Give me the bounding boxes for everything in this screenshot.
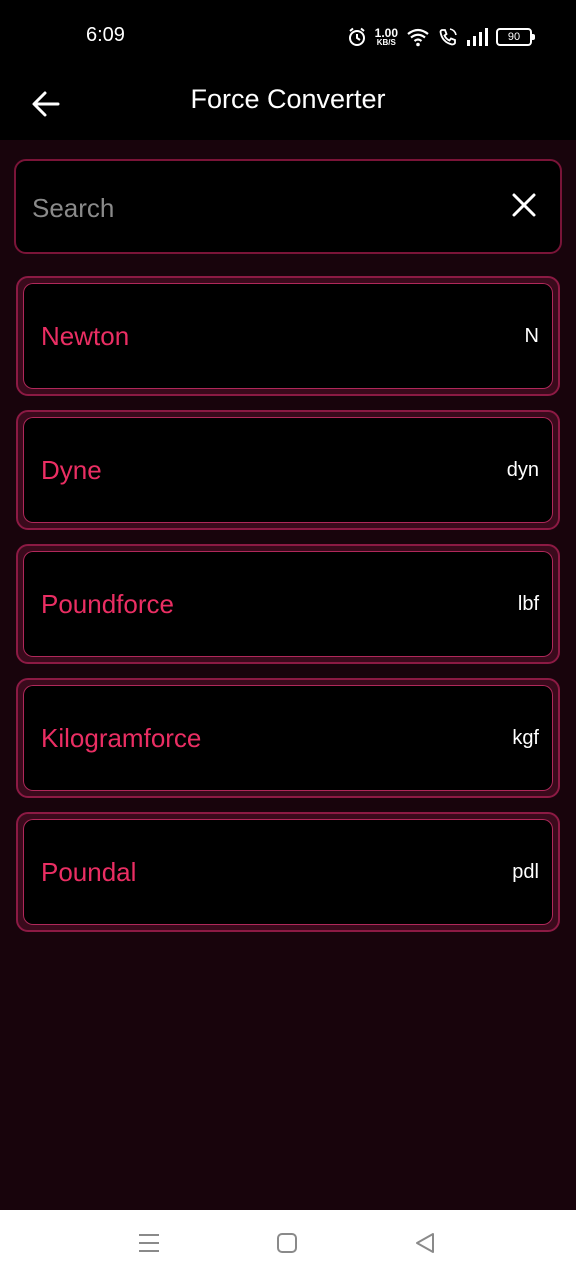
search-box [14,159,562,254]
status-time: 6:09 [86,24,125,46]
status-bar: 6:09 1.00 KB/S 90 [0,0,576,72]
home-square-icon [276,1232,298,1258]
call-icon [438,27,458,47]
clear-search-button[interactable] [506,189,542,225]
system-nav-bar [0,1210,576,1280]
back-triangle-icon [414,1232,436,1258]
recent-apps-button[interactable] [134,1230,164,1260]
unit-name: Dyne [41,454,102,485]
status-icons: 1.00 KB/S 90 [347,25,535,49]
unit-item-newton[interactable]: Newton N [16,276,560,396]
unit-item-poundal[interactable]: Poundal pdl [16,812,560,932]
signal-icon [466,28,488,46]
menu-icon [137,1232,161,1258]
unit-symbol: N [524,324,539,347]
unit-name: Poundforce [41,588,174,619]
unit-item-inner: Kilogramforce kgf [23,685,553,791]
net-speed-unit: KB/S [376,38,396,47]
unit-list: Newton N Dyne dyn Poundforce lbf Kilogra… [16,276,560,946]
net-speed: 1.00 KB/S [375,27,398,47]
unit-symbol: kgf [512,726,539,749]
unit-item-kilogramforce[interactable]: Kilogramforce kgf [16,678,560,798]
unit-item-poundforce[interactable]: Poundforce lbf [16,544,560,664]
unit-item-inner: Poundforce lbf [23,551,553,657]
battery-icon: 90 [496,28,535,46]
unit-item-inner: Poundal pdl [23,819,553,925]
wifi-icon [406,27,430,47]
alarm-icon [347,27,367,47]
unit-symbol: dyn [506,458,539,481]
app-bar: Force Converter [0,72,576,140]
unit-item-inner: Newton N [23,283,553,389]
home-button[interactable] [272,1230,302,1260]
unit-name: Poundal [41,856,137,887]
unit-symbol: lbf [517,592,539,615]
unit-item-dyne[interactable]: Dyne dyn [16,410,560,530]
unit-item-inner: Dyne dyn [23,417,553,523]
unit-name: Newton [41,320,130,351]
system-back-button[interactable] [410,1230,440,1260]
unit-symbol: pdl [512,860,539,883]
close-icon [511,192,537,222]
search-input[interactable] [32,183,492,233]
unit-name: Kilogramforce [41,722,202,753]
page-title: Force Converter [190,84,386,114]
battery-level: 90 [507,31,521,43]
